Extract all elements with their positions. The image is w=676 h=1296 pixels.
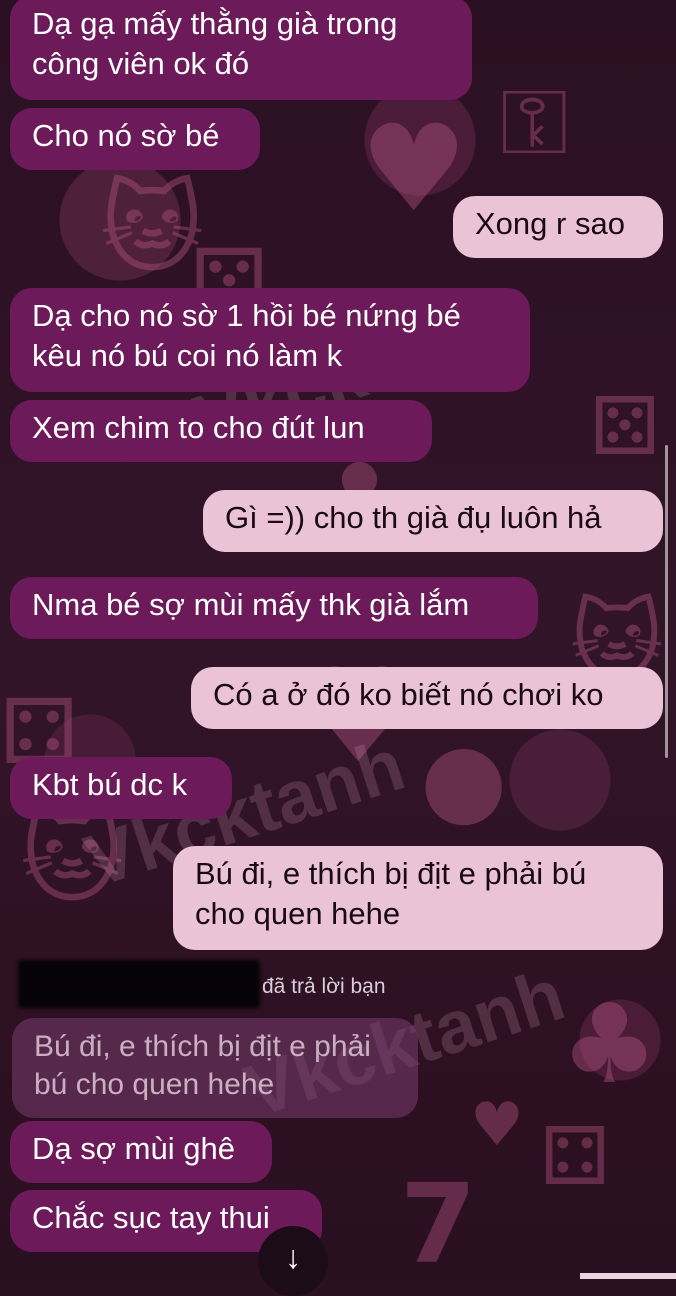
incoming-message[interactable]: Dạ sợ mùi ghê <box>10 1121 272 1183</box>
dice-icon: ⚃ <box>540 1110 610 1203</box>
reply-label: đã trả lời bạn <box>262 975 386 998</box>
arrow-down-icon: ↓ <box>285 1239 301 1275</box>
incoming-message[interactable]: Dạ gạ mấy thằng già trong công viên ok đ… <box>10 0 472 100</box>
cat-icon: 🐱 <box>100 170 205 287</box>
seven-icon: 7 <box>400 1160 477 1288</box>
incoming-message[interactable]: Kbt bú dc k <box>10 757 232 819</box>
scrollbar[interactable] <box>665 445 668 758</box>
incoming-message[interactable]: Cho nó sờ bé <box>10 108 260 170</box>
redacted-username <box>18 960 260 1008</box>
outgoing-message[interactable]: Gì =)) cho th già đụ luôn hả <box>203 490 663 552</box>
key-icon: ⚿ <box>500 70 569 175</box>
composer-edge <box>580 1273 676 1279</box>
outgoing-message[interactable]: Xong r sao <box>453 196 663 258</box>
outgoing-message[interactable]: Bú đi, e thích bị địt e phải bú cho quen… <box>173 846 663 950</box>
dice-icon: ⚄ <box>590 380 660 473</box>
quoted-reply[interactable]: Bú đi, e thích bị địt e phải bú cho quen… <box>12 1018 418 1118</box>
outgoing-message[interactable]: Có a ở đó ko biết nó chơi ko <box>191 667 663 729</box>
incoming-message[interactable]: Nma bé sợ mùi mấy thk già lắm <box>10 577 538 639</box>
club-icon: ♣ <box>560 980 659 1108</box>
heart-icon: ♥ <box>470 1090 524 1160</box>
scroll-down-button[interactable]: ↓ <box>258 1226 328 1296</box>
heart-icon: ♥ <box>360 100 468 239</box>
incoming-message[interactable]: Dạ cho nó sờ 1 hồi bé nứng bé kêu nó bú … <box>10 288 530 392</box>
incoming-message[interactable]: Xem chim to cho đút lun <box>10 400 432 462</box>
eight-ball-icon: ● <box>420 720 508 837</box>
